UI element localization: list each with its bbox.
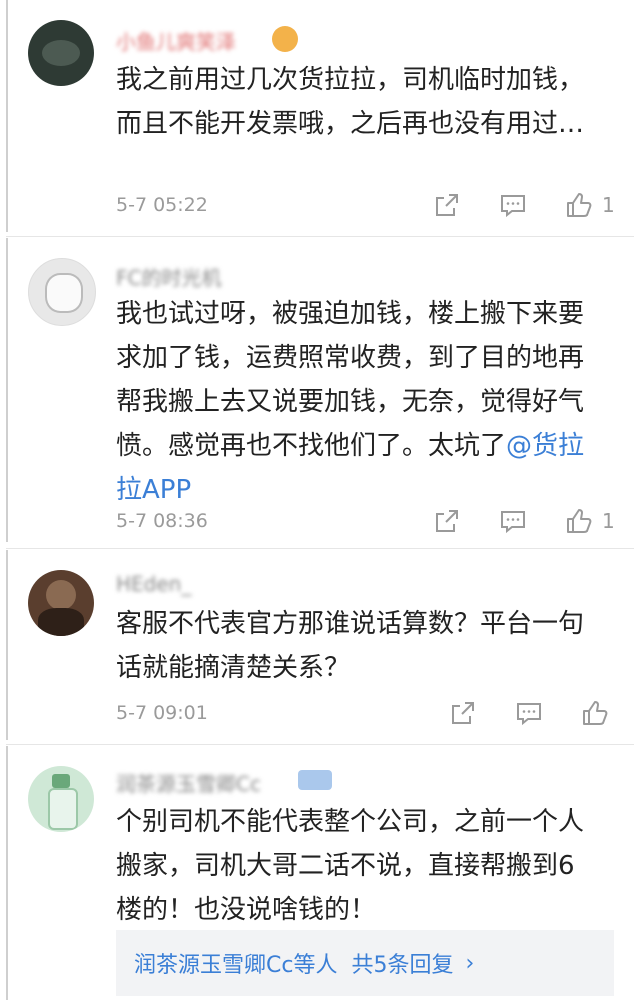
username[interactable]: 小鱼儿爽笑泽 <box>116 26 236 55</box>
share-icon[interactable] <box>448 698 478 728</box>
timestamp: 5-7 05:22 <box>116 194 208 216</box>
chevron-right-icon: › <box>465 950 475 976</box>
username[interactable]: 润茶源玉雪卿Cc <box>116 768 261 797</box>
left-border <box>6 550 8 740</box>
share-icon[interactable] <box>432 190 462 220</box>
like-count: 1 <box>602 509 615 533</box>
comment-text: 客服不代表官方那谁说话算数？平台一句话就能摘清楚关系？ <box>116 609 585 683</box>
thumbs-up-icon[interactable] <box>564 190 594 220</box>
avatar[interactable] <box>28 570 94 636</box>
timestamp: 5-7 08:36 <box>116 510 208 532</box>
avatar[interactable] <box>28 258 96 326</box>
divider <box>6 236 634 237</box>
username[interactable]: HEden_ <box>116 572 191 596</box>
comment-text: 个别司机不能代表整个公司，之前一个人搬家，司机大哥二话不说，直接帮搬到6楼的！也… <box>116 807 585 925</box>
thumbs-up-icon[interactable] <box>580 698 610 728</box>
comment-icon[interactable] <box>514 698 544 728</box>
like-count: 1 <box>602 193 615 217</box>
timestamp: 5-7 09:01 <box>116 702 208 724</box>
left-border <box>6 746 8 1000</box>
share-icon[interactable] <box>432 506 462 536</box>
comment-icon[interactable] <box>498 506 528 536</box>
crown-badge-icon <box>272 26 298 52</box>
username[interactable]: FC的时光机 <box>116 262 221 291</box>
divider <box>6 744 634 745</box>
avatar[interactable] <box>28 20 94 86</box>
reply-count: 共5条回复 <box>351 953 454 978</box>
comment-icon[interactable] <box>498 190 528 220</box>
comment-text: 我之前用过几次货拉拉，司机临时加钱，而且不能开发票哦，之后再也没有用过… <box>116 65 585 139</box>
avatar[interactable] <box>28 766 94 832</box>
left-border <box>6 0 8 232</box>
left-border <box>6 238 8 542</box>
thumbs-up-icon[interactable] <box>564 506 594 536</box>
reply-summary[interactable]: 润茶源玉雪卿Cc等人 共5条回复 › <box>116 930 614 996</box>
divider <box>6 548 634 549</box>
comment-text: 我也试过呀，被强迫加钱，楼上搬下来要求加了钱，运费照常收费，到了目的地再帮我搬上… <box>116 292 596 512</box>
reply-summary-users: 润茶源玉雪卿Cc等人 <box>134 953 338 978</box>
member-badge-icon <box>298 770 332 790</box>
